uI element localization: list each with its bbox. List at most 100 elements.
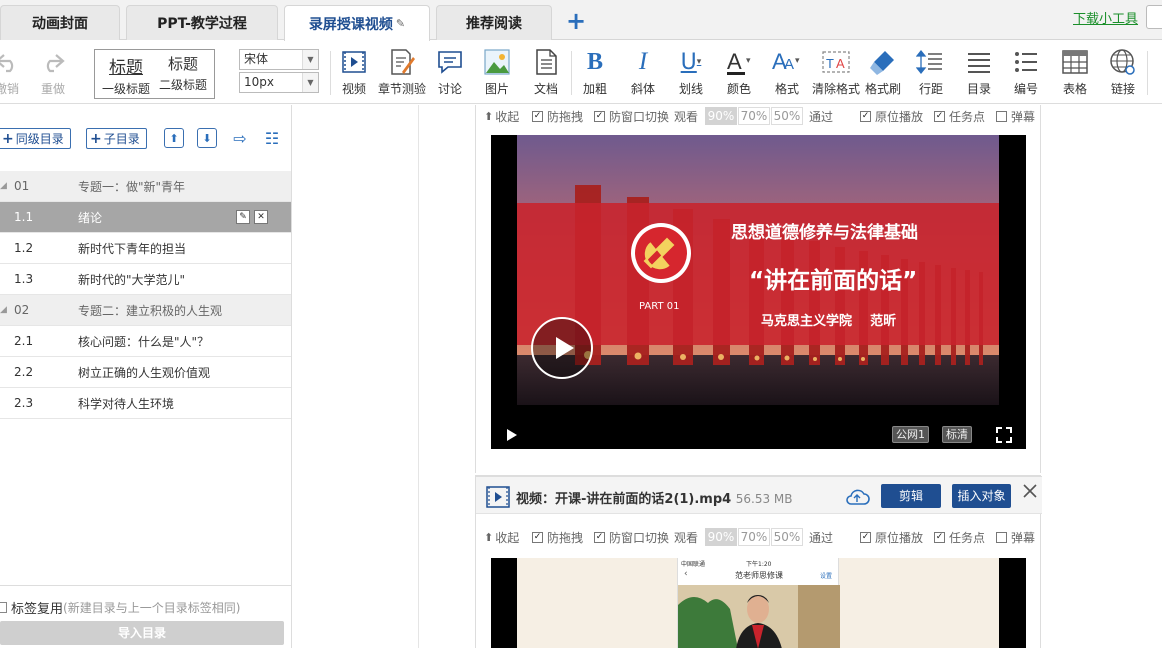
danmaku-checkbox[interactable]: 弹幕 — [996, 108, 1035, 125]
watch-pct-70[interactable]: 70% — [738, 107, 770, 125]
video-player-1[interactable]: 思想道德修养与法律基础 “讲在前面的话” PART 01 马克思主义学院 范昕 … — [491, 135, 1026, 449]
collapse-toggle[interactable]: ⬆ 收起 — [484, 108, 519, 125]
chapter-quiz-button[interactable]: 章节测验 — [377, 45, 427, 101]
insert-image-button[interactable]: 图片 — [474, 45, 520, 101]
toc-row-1-1[interactable]: 1.1 绪论 ✎ ✕ — [0, 202, 291, 233]
insert-object-button[interactable]: 插入对象 — [952, 484, 1011, 508]
checkbox-box[interactable] — [532, 111, 543, 122]
italic-icon: I — [638, 48, 648, 75]
search-box[interactable] — [1146, 5, 1162, 29]
toc-row-1-3[interactable]: 1.3 新时代的"大学范儿" — [0, 264, 291, 295]
watch-pct-50[interactable]: 50% — [771, 107, 803, 125]
svg-text:▾: ▾ — [746, 56, 751, 66]
line-spacing-button[interactable]: 行距 — [908, 45, 954, 101]
caret-down-icon[interactable]: ◢ — [0, 181, 7, 191]
toc-row-2-2[interactable]: 2.2 树立正确的人生观价值观 — [0, 357, 291, 388]
tab-recommended-reading[interactable]: 推荐阅读 — [436, 5, 552, 40]
caret-down-icon[interactable]: ◢ — [0, 305, 7, 315]
fullscreen-icon[interactable] — [996, 427, 1012, 443]
document-label: 文档 — [533, 82, 558, 96]
tab-ppt-teaching[interactable]: PPT-教学过程 — [126, 5, 278, 40]
checkbox-box[interactable] — [594, 532, 605, 543]
toc-row-chapter-01[interactable]: ◢ 01 专题一：做"新"青年 — [0, 171, 291, 202]
table-icon — [1062, 45, 1088, 79]
clip-button[interactable]: 剪辑 — [881, 484, 941, 508]
small-play-icon[interactable] — [505, 428, 519, 442]
toc-row-2-3[interactable]: 2.3 科学对待人生环境 — [0, 388, 291, 419]
checkbox-box[interactable] — [996, 532, 1007, 543]
bold-button[interactable]: B 加粗 — [572, 45, 618, 101]
checkbox-box[interactable] — [532, 532, 543, 543]
collapse-toggle[interactable]: ⬆ 收起 — [484, 529, 519, 546]
anti-window-switch-checkbox[interactable]: 防窗口切换 — [594, 529, 669, 546]
export-icon[interactable]: ⇨ — [230, 128, 250, 148]
format-brush-button[interactable]: 格式刷 — [860, 45, 906, 101]
heading2-button[interactable]: 标题 二级标题 — [154, 53, 212, 93]
tab-animation-cover[interactable]: 动画封面 — [0, 5, 120, 40]
insert-video-button[interactable]: 视频 — [331, 45, 377, 101]
outline-view-icon[interactable]: ☷ — [262, 128, 282, 148]
insert-document-button[interactable]: 文档 — [523, 45, 569, 101]
watch-pct-90[interactable]: 90% — [705, 528, 737, 546]
checkbox-box[interactable] — [860, 532, 871, 543]
font-color-button[interactable]: A ▾ 颜色 — [716, 45, 762, 101]
delete-x-icon[interactable]: ✕ — [254, 210, 268, 224]
add-same-level-button[interactable]: + 同级目录 — [0, 128, 71, 149]
move-up-icon[interactable]: ⬆ — [164, 128, 184, 148]
heading2-preview: 标题 — [167, 55, 198, 73]
underline-label: 划线 — [678, 82, 703, 96]
toc-row-chapter-02[interactable]: ◢ 02 专题二：建立积极的人生观 — [0, 295, 291, 326]
svg-text:A: A — [727, 49, 742, 74]
video-player-2[interactable]: 中国联通 下午1:20 ‹ 范老师思修课 设置 — [491, 558, 1026, 648]
watch-pct-90[interactable]: 90% — [705, 107, 737, 125]
discussion-button[interactable]: 讨论 — [427, 45, 473, 101]
toc-row-1-2[interactable]: 1.2 新时代下青年的担当 — [0, 233, 291, 264]
task-point-checkbox[interactable]: 任务点 — [934, 108, 985, 125]
play-button[interactable] — [531, 317, 593, 379]
underline-button[interactable]: U ▾ 划线 — [668, 45, 714, 101]
cloud-upload-icon[interactable] — [844, 487, 870, 507]
danmaku-checkbox[interactable]: 弹幕 — [996, 529, 1035, 546]
add-child-button[interactable]: + 子目录 — [86, 128, 147, 149]
watch-pct-70[interactable]: 70% — [738, 528, 770, 546]
anti-drag-checkbox[interactable]: 防拖拽 — [532, 108, 583, 125]
tag-reuse-checkbox[interactable]: 标签复用 (新建目录与上一个目录标签相同) — [0, 598, 240, 617]
anti-drag-checkbox[interactable]: 防拖拽 — [532, 529, 583, 546]
redo-icon — [40, 45, 66, 79]
inplace-play-checkbox[interactable]: 原位播放 — [860, 529, 923, 546]
watch-pct-50[interactable]: 50% — [771, 528, 803, 546]
checkbox-box[interactable] — [0, 602, 7, 613]
anti-window-switch-checkbox[interactable]: 防窗口切换 — [594, 108, 669, 125]
quality-select-button[interactable]: 标清 — [942, 426, 972, 443]
import-toc-button[interactable]: 导入目录 — [0, 621, 284, 645]
checkbox-box[interactable] — [996, 111, 1007, 122]
pencil-icon[interactable]: ✎ — [396, 17, 405, 30]
tab-screen-recording[interactable]: 录屏授课视频 ✎ — [284, 5, 430, 41]
move-down-icon[interactable]: ⬇ — [197, 128, 217, 148]
text-format-button[interactable]: A A ▾ 格式 — [764, 45, 810, 101]
undo-button[interactable]: 撤销 — [0, 45, 30, 101]
toc-row-2-1[interactable]: 2.1 核心问题：什么是"人"？ — [0, 326, 291, 357]
heading1-button[interactable]: 标题 一级标题 — [97, 53, 155, 97]
task-point-checkbox[interactable]: 任务点 — [934, 529, 985, 546]
video-block-2: 视频：开课-讲在前面的话2(1).mp4 56.53 MB 剪辑 插入对象 ⬆ 收… — [475, 475, 1042, 648]
inplace-play-checkbox[interactable]: 原位播放 — [860, 108, 923, 125]
italic-button[interactable]: I 斜体 — [620, 45, 666, 101]
checkbox-box[interactable] — [934, 111, 945, 122]
checkbox-box[interactable] — [594, 111, 605, 122]
numbering-button[interactable]: 编号 — [1003, 45, 1049, 101]
add-tab-icon[interactable]: + — [566, 8, 586, 34]
checkbox-box[interactable] — [934, 532, 945, 543]
checkbox-box[interactable] — [860, 111, 871, 122]
line-select-button[interactable]: 公网1 — [892, 426, 929, 443]
close-icon[interactable] — [1022, 483, 1038, 499]
download-tool-link[interactable]: 下载小工具 — [1073, 8, 1138, 27]
font-size-select[interactable]: 10px ▼ — [239, 72, 319, 93]
font-family-select[interactable]: 宋体 ▼ — [239, 49, 319, 70]
redo-button[interactable]: 重做 — [30, 45, 76, 101]
table-button[interactable]: 表格 — [1052, 45, 1098, 101]
edit-pencil-icon[interactable]: ✎ — [236, 210, 250, 224]
link-button[interactable]: 链接 — [1100, 45, 1146, 101]
toc-button[interactable]: 目录 — [956, 45, 1002, 101]
clear-format-button[interactable]: TA 清除格式 — [810, 45, 862, 101]
